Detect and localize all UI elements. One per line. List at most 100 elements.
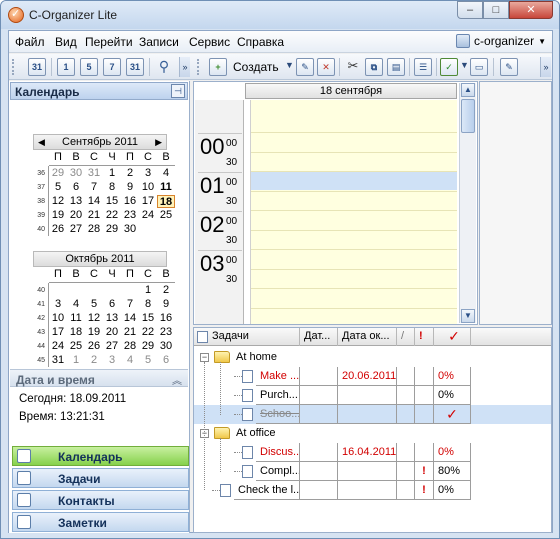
calendar-day[interactable]: 31 bbox=[85, 167, 103, 180]
calendar-day[interactable]: 4 bbox=[121, 354, 139, 367]
calendar-day[interactable]: 2 bbox=[121, 167, 139, 180]
calendar-day[interactable]: 12 bbox=[85, 312, 103, 325]
calendar-day[interactable]: 13 bbox=[103, 312, 121, 325]
calendar-day[interactable]: 5 bbox=[139, 354, 157, 367]
calendar-day[interactable]: 25 bbox=[67, 340, 85, 353]
calendar-day[interactable]: 5 bbox=[85, 298, 103, 311]
task-row[interactable]: Check the l...! 0% bbox=[194, 481, 551, 500]
column-date[interactable]: Дат... bbox=[300, 328, 338, 346]
work-week-view-icon[interactable]: 5 bbox=[80, 58, 98, 76]
pin-icon[interactable]: ⊣ bbox=[171, 84, 185, 98]
task-row[interactable]: Purch... 0% bbox=[194, 386, 551, 405]
menu-records[interactable]: Записи bbox=[139, 35, 179, 49]
calendar-day[interactable]: 16 bbox=[157, 312, 175, 325]
contact-card-icon[interactable]: ▭ bbox=[470, 58, 488, 76]
calendar-day[interactable]: 30 bbox=[157, 340, 175, 353]
calendar-day[interactable]: 23 bbox=[157, 326, 175, 339]
calendar-day[interactable]: 26 bbox=[49, 223, 67, 236]
calendar-day[interactable]: 1 bbox=[67, 354, 85, 367]
calendar-day[interactable]: 16 bbox=[121, 195, 139, 208]
calendar-day[interactable]: 1 bbox=[103, 167, 121, 180]
task-title[interactable]: Discus... bbox=[256, 443, 300, 462]
calendar-day[interactable]: 11 bbox=[157, 181, 175, 194]
minimize-button[interactable]: – bbox=[457, 1, 483, 19]
task-group-label[interactable]: At home bbox=[236, 351, 277, 363]
user-menu[interactable]: c-organizer ▼ bbox=[456, 34, 546, 48]
task-dropdown-icon[interactable]: ▼ bbox=[460, 60, 469, 70]
calendar-day[interactable]: 15 bbox=[103, 195, 121, 208]
calendar-day[interactable]: 13 bbox=[67, 195, 85, 208]
create-dropdown-icon[interactable]: ▼ bbox=[285, 60, 294, 70]
calendar-day[interactable]: 3 bbox=[139, 167, 157, 180]
calendar-day[interactable]: 5 bbox=[49, 181, 67, 194]
day-slots[interactable] bbox=[251, 100, 457, 348]
task-row[interactable]: Compl...! 80% bbox=[194, 462, 551, 481]
toolbar-overflow-button[interactable]: » bbox=[179, 57, 190, 77]
calendar-day[interactable]: 23 bbox=[121, 209, 139, 222]
calendar-day[interactable]: 29 bbox=[103, 223, 121, 236]
nav-notes-button[interactable]: Заметки bbox=[12, 512, 189, 532]
column-due-date[interactable]: Дата ок... bbox=[338, 328, 397, 346]
calendar-view-icon[interactable]: 31 bbox=[28, 58, 46, 76]
toolbar-grip[interactable] bbox=[197, 59, 200, 75]
create-icon[interactable]: + bbox=[209, 58, 227, 76]
calendar-day[interactable]: 20 bbox=[67, 209, 85, 222]
calendar-day[interactable]: 24 bbox=[49, 340, 67, 353]
properties-icon[interactable]: ☰ bbox=[414, 58, 432, 76]
menu-view[interactable]: Вид bbox=[55, 35, 77, 49]
create-button[interactable]: Создать bbox=[233, 60, 279, 74]
calendar-day[interactable]: 17 bbox=[49, 326, 67, 339]
edit-icon[interactable]: ✎ bbox=[296, 58, 314, 76]
toolbar-grip[interactable] bbox=[12, 59, 15, 75]
calendar-day[interactable]: 14 bbox=[85, 195, 103, 208]
task-group-row[interactable]: − At office bbox=[194, 424, 551, 443]
calendar-day[interactable]: 15 bbox=[139, 312, 157, 325]
calendar-day[interactable]: 2 bbox=[85, 354, 103, 367]
calendar-day[interactable]: 27 bbox=[67, 223, 85, 236]
scrollbar-thumb[interactable] bbox=[461, 99, 475, 133]
calendar-day[interactable]: 2 bbox=[157, 284, 175, 297]
day-view-icon[interactable]: 1 bbox=[57, 58, 75, 76]
calendar-day[interactable]: 30 bbox=[67, 167, 85, 180]
nav-contacts-button[interactable]: Контакты bbox=[12, 490, 189, 510]
nav-calendar-button[interactable]: Календарь bbox=[12, 446, 189, 466]
calendar-day[interactable]: 4 bbox=[157, 167, 175, 180]
next-month-icon[interactable]: ▶ bbox=[155, 137, 162, 148]
calendar-day[interactable]: 19 bbox=[85, 326, 103, 339]
task-title[interactable]: Purch... bbox=[256, 386, 300, 405]
task-title[interactable]: Compl... bbox=[256, 462, 300, 481]
selected-time-slot[interactable] bbox=[251, 171, 457, 190]
notes-icon[interactable]: ✎ bbox=[500, 58, 518, 76]
calendar-day[interactable]: 26 bbox=[85, 340, 103, 353]
calendar-day[interactable]: 3 bbox=[103, 354, 121, 367]
calendar-day[interactable]: 21 bbox=[85, 209, 103, 222]
search-icon[interactable]: ⚲ bbox=[155, 58, 173, 76]
calendar-day[interactable]: 10 bbox=[49, 312, 67, 325]
calendar-day-today[interactable]: 18 bbox=[157, 195, 175, 208]
copy-icon[interactable]: ⧉ bbox=[365, 58, 383, 76]
task-title[interactable]: Make ... bbox=[256, 367, 300, 386]
calendar-day[interactable]: 17 bbox=[139, 195, 157, 208]
paste-icon[interactable]: ▤ bbox=[387, 58, 405, 76]
day-header[interactable]: 18 сентября bbox=[245, 83, 457, 99]
scroll-down-icon[interactable]: ▼ bbox=[461, 309, 475, 323]
calendar-day[interactable]: 20 bbox=[103, 326, 121, 339]
calendar-day[interactable]: 9 bbox=[157, 298, 175, 311]
task-group-label[interactable]: At office bbox=[236, 427, 276, 439]
task-group-row[interactable]: − At home bbox=[194, 348, 551, 367]
calendar-day[interactable]: 31 bbox=[49, 354, 67, 367]
calendar-day[interactable]: 24 bbox=[139, 209, 157, 222]
column-priority[interactable]: ! bbox=[415, 328, 434, 346]
calendar-day[interactable]: 1 bbox=[139, 284, 157, 297]
menu-tools[interactable]: Сервис bbox=[189, 35, 230, 49]
calendar-day[interactable]: 4 bbox=[67, 298, 85, 311]
calendar-day[interactable]: 22 bbox=[139, 326, 157, 339]
calendar-day[interactable]: 29 bbox=[139, 340, 157, 353]
scroll-up-icon[interactable]: ▲ bbox=[461, 83, 475, 97]
calendar-day[interactable]: 29 bbox=[49, 167, 67, 180]
calendar-day[interactable]: 9 bbox=[121, 181, 139, 194]
calendar-day[interactable]: 8 bbox=[103, 181, 121, 194]
calendar-day[interactable]: 6 bbox=[103, 298, 121, 311]
task-title[interactable]: Schoo... bbox=[256, 405, 300, 424]
column-completed[interactable]: ✓ bbox=[434, 328, 471, 346]
